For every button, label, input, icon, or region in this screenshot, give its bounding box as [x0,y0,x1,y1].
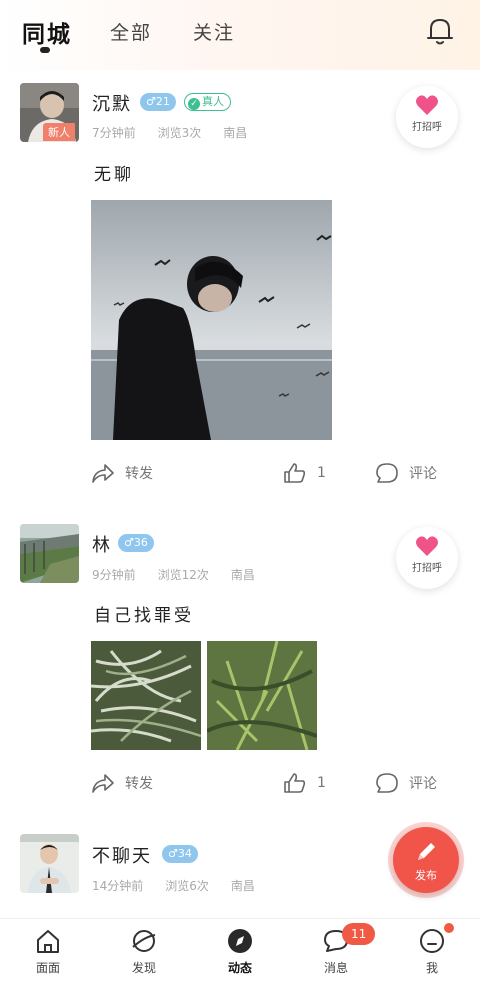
thumbs-up-icon [284,773,306,793]
post-city: 南昌 [230,568,255,582]
message-count-badge: 11 [342,923,376,945]
post-image[interactable] [91,641,201,750]
username[interactable]: 沉默 [92,90,132,116]
nav-item-feed[interactable]: 动态 [200,927,280,976]
share-icon [92,464,114,483]
nav-item-home[interactable]: 面面 [8,927,88,976]
post-image[interactable] [91,200,332,440]
post-image[interactable] [207,641,317,750]
heart-icon [416,95,438,115]
comment-label: 评论 [409,776,437,792]
like-button[interactable]: 1 [283,768,326,798]
active-tab-indicator [40,47,50,53]
share-icon [92,774,114,793]
like-count: 1 [317,775,326,791]
post-meta: 9分钟前 浏览12次 南昌 [92,566,277,583]
post-time: 9分钟前 [92,568,136,582]
bell-icon[interactable] [426,16,454,46]
comment-label: 评论 [409,466,437,482]
gender-age-badge: ♂36 [118,534,154,552]
planet-icon [132,930,156,952]
heart-icon [416,536,438,556]
pencil-icon [418,843,435,860]
post-meta: 7分钟前 浏览3次 南昌 [92,124,269,141]
greet-button[interactable]: 打招呼 [396,86,458,148]
tab-local[interactable]: 同城 [22,15,72,49]
post-views: 浏览3次 [157,126,202,140]
comment-icon [376,773,398,793]
top-bar: 同城 全部 关注 [0,0,480,70]
forward-button[interactable]: 转发 [91,768,153,798]
like-count: 1 [317,465,326,481]
notification-dot [444,923,454,933]
post-city: 南昌 [230,879,255,893]
gender-age-badge: ♂21 [140,93,176,111]
forward-label: 转发 [125,776,153,792]
comment-icon [376,463,398,483]
compass-icon [228,929,252,953]
username[interactable]: 林 [92,531,112,557]
greet-button[interactable]: 打招呼 [396,527,458,589]
like-button[interactable]: 1 [283,458,326,488]
post-meta: 14分钟前 浏览6次 南昌 [92,877,277,894]
avatar-photo [20,524,79,583]
thumbs-up-icon [284,463,306,483]
gender-age-badge: ♂34 [162,845,198,863]
avatar[interactable] [20,834,79,893]
post-text: 自己找罪受 [94,606,194,626]
profile-icon [420,929,444,953]
greet-label: 打招呼 [412,122,442,133]
post-text: 无聊 [94,165,134,185]
comment-button[interactable]: 评论 [375,768,437,798]
nav-item-me[interactable]: 我 [392,927,472,976]
tab-all[interactable]: 全部 [110,18,152,45]
username[interactable]: 不聊天 [92,842,152,868]
verified-badge: ✓ 真人 [184,93,231,111]
bottom-nav: 面面 发现 动态 消息 我 [0,918,480,985]
nav-item-discover[interactable]: 发现 [104,927,184,976]
publish-label: 发布 [415,869,437,882]
avatar-photo [20,834,79,893]
post-views: 浏览12次 [157,568,209,582]
post-views: 浏览6次 [165,879,209,893]
post-city: 南昌 [223,126,248,140]
comment-button[interactable]: 评论 [375,458,437,488]
tab-following[interactable]: 关注 [193,18,235,45]
avatar[interactable] [20,524,79,583]
new-user-tag: 新人 [43,123,75,141]
avatar[interactable]: 新人 [20,83,79,142]
forward-label: 转发 [125,466,153,482]
greet-label: 打招呼 [412,563,442,574]
post-actions: 转发 1 评论 [0,768,480,798]
publish-button[interactable]: 发布 [393,827,459,893]
forward-button[interactable]: 转发 [91,458,153,488]
post-time: 14分钟前 [92,879,144,893]
post-time: 7分钟前 [92,126,136,140]
check-icon: ✓ [188,98,200,110]
home-icon [37,930,59,953]
post-actions: 转发 1 评论 [0,458,480,488]
